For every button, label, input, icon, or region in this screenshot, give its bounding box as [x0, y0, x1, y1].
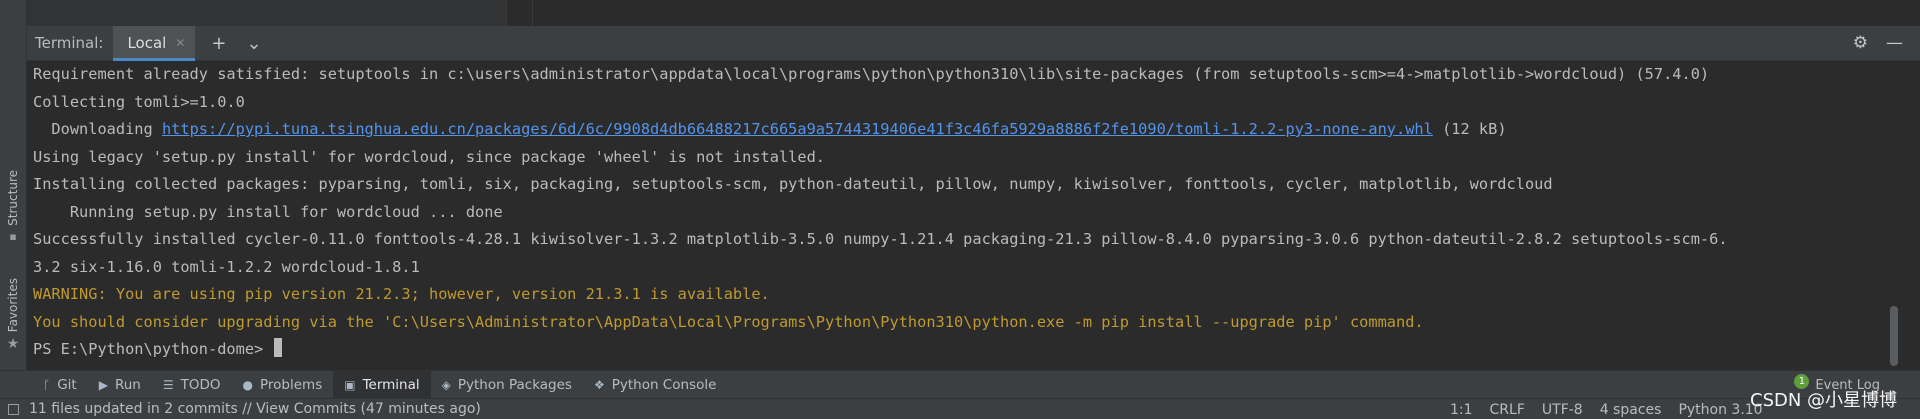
status-bar: 11 files updated in 2 commits // View Co… — [0, 398, 1920, 419]
structure-icon: ▪ — [9, 229, 17, 243]
terminal-header: Terminal: Local ✕ + ⌄ ⚙ — — [27, 25, 1920, 61]
download-prefix: Downloading — [33, 120, 162, 138]
editor-divider — [532, 0, 533, 26]
star-icon: ★ — [6, 336, 20, 353]
indent-setting[interactable]: 4 spaces — [1600, 402, 1662, 418]
terminal-line: Using legacy 'setup.py install' for word… — [33, 147, 826, 166]
status-message[interactable]: 11 files updated in 2 commits // View Co… — [29, 401, 481, 417]
toggle-tool-windows-icon[interactable] — [8, 403, 19, 415]
hide-button[interactable]: — — [1877, 33, 1912, 53]
vertical-scrollbar[interactable] — [1890, 306, 1898, 366]
tool-python-packages[interactable]: ◈ Python Packages — [431, 371, 583, 399]
sessions-dropdown-button[interactable]: ⌄ — [237, 33, 272, 54]
tool-todo[interactable]: ☰ TODO — [152, 371, 232, 399]
prompt-line[interactable]: PS E:\Python\python-dome> — [33, 336, 1920, 364]
close-icon[interactable]: ✕ — [175, 36, 185, 50]
editor-gutter — [27, 0, 507, 26]
warning-line: You should consider upgrading via the 'C… — [33, 312, 1424, 331]
tool-python-console-label: Python Console — [611, 376, 717, 393]
favorites-label: Favorites — [6, 278, 20, 333]
new-session-button[interactable]: + — [201, 33, 236, 54]
tab-local-label: Local — [127, 34, 167, 52]
chevron-down-icon: ⌄ — [246, 32, 262, 54]
info-icon: ● — [242, 377, 253, 392]
text-cursor — [274, 338, 283, 357]
shell-prompt: PS E:\Python\python-dome> — [33, 340, 273, 358]
python-icon: ❖ — [593, 377, 605, 392]
terminal-line: Downloading https://pypi.tuna.tsinghua.e… — [33, 116, 1920, 144]
tool-run-label: Run — [114, 376, 141, 393]
terminal-line: Requirement already satisfied: setuptool… — [33, 65, 1710, 83]
list-icon: ☰ — [162, 377, 174, 392]
tool-git-label: Git — [57, 376, 77, 393]
file-encoding[interactable]: UTF-8 — [1542, 402, 1583, 418]
gear-icon: ⚙ — [1852, 33, 1868, 53]
tab-local[interactable]: Local ✕ — [113, 25, 196, 61]
tool-window-bar: ᚴ Git ▶ Run ☰ TODO ● Problems ▣ Terminal ◈ Pyt… — [0, 370, 1920, 399]
download-size: (12 kB) — [1432, 120, 1507, 138]
caret-position[interactable]: 1:1 — [1450, 402, 1473, 418]
tool-todo-label: TODO — [180, 376, 221, 393]
tool-run[interactable]: ▶ Run — [88, 371, 152, 399]
terminal-output[interactable]: Requirement already satisfied: setuptool… — [27, 61, 1920, 370]
minimize-icon: — — [1886, 33, 1903, 53]
play-icon: ▶ — [98, 377, 108, 392]
terminal-line: Running setup.py install for wordcloud .… — [33, 202, 503, 221]
tool-problems-label: Problems — [260, 376, 323, 393]
terminal-line: Successfully installed cycler-0.11.0 fon… — [33, 230, 1728, 248]
left-tool-strip: Structure ▪ Favorites ★ — [0, 0, 27, 400]
structure-label: Structure — [6, 170, 20, 226]
structure-tab[interactable]: Structure ▪ — [2, 170, 24, 243]
git-branch-icon: ᚴ — [43, 377, 51, 392]
warning-line: WARNING: You are using pip version 21.2.… — [33, 285, 770, 303]
settings-button[interactable]: ⚙ — [1844, 33, 1877, 53]
terminal-line: Installing collected packages: pyparsing… — [33, 175, 1553, 193]
favorites-tab[interactable]: Favorites ★ — [2, 278, 24, 352]
line-separator[interactable]: CRLF — [1490, 402, 1525, 418]
terminal-line: 3.2 six-1.16.0 tomli-1.2.2 wordcloud-1.8… — [33, 257, 420, 276]
download-link[interactable]: https://pypi.tuna.tsinghua.edu.cn/packag… — [162, 120, 1433, 138]
editor-area — [27, 0, 1920, 26]
layers-icon: ◈ — [441, 377, 451, 392]
terminal-line: Collecting tomli>=1.0.0 — [33, 92, 245, 111]
tool-terminal[interactable]: ▣ Terminal — [333, 370, 431, 399]
terminal-title: Terminal: — [35, 34, 104, 52]
tool-git[interactable]: ᚴ Git — [32, 371, 88, 399]
plus-icon: + — [211, 32, 227, 54]
tool-problems[interactable]: ● Problems — [232, 371, 334, 399]
watermark: CSDN @小星博博 — [1750, 390, 1898, 411]
terminal-icon: ▣ — [344, 377, 356, 392]
tool-python-packages-label: Python Packages — [457, 376, 572, 393]
tool-python-console[interactable]: ❖ Python Console — [583, 371, 727, 399]
tool-terminal-label: Terminal — [362, 376, 420, 393]
